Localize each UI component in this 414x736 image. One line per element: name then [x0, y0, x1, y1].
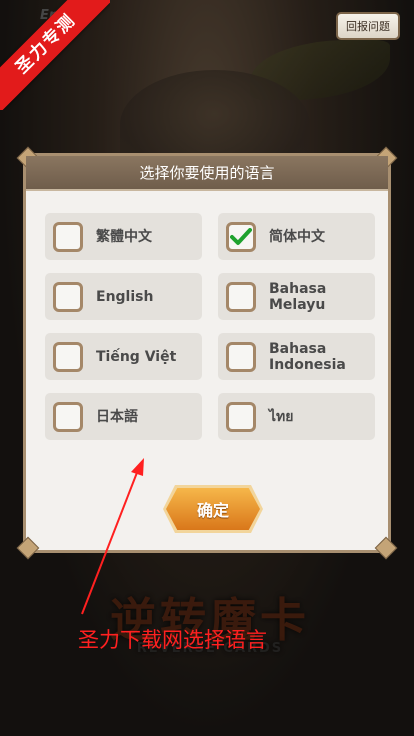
annotation-text: 圣力下载网选择语言 [78, 628, 267, 652]
